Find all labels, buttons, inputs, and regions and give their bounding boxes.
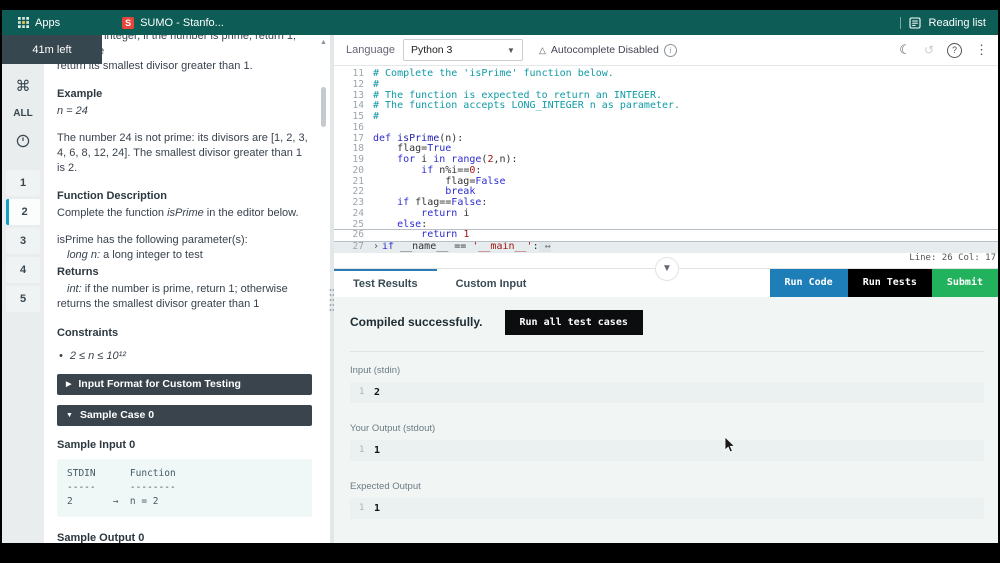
io-section: Input (stdin) 12: [350, 365, 984, 403]
io-value: 2: [374, 387, 380, 398]
bookmark-tab[interactable]: S SUMO - Stanfo...: [122, 17, 224, 29]
constraint-item: •2 ≤ n ≤ 10¹²: [59, 349, 312, 364]
io-box[interactable]: 11: [350, 440, 984, 461]
sidebar-item-all[interactable]: ALL: [13, 108, 32, 119]
collapse-panel-button[interactable]: ▼: [655, 257, 679, 281]
browser-bookmarks-bar: Apps S SUMO - Stanfo... Reading list: [2, 10, 998, 35]
scroll-up-arrow-icon[interactable]: ▲: [320, 39, 327, 47]
line-number: 24: [334, 209, 373, 220]
sidebar-question-1[interactable]: 1: [6, 170, 40, 196]
run-code-button[interactable]: Run Code: [770, 269, 848, 297]
apps-grid-icon: [18, 17, 29, 28]
reading-list-label[interactable]: Reading list: [929, 17, 986, 29]
io-value: 1: [374, 445, 380, 456]
run-all-test-cases-button[interactable]: Run all test cases: [505, 310, 643, 335]
io-box[interactable]: 11: [350, 498, 984, 519]
code-line-27[interactable]: 27›if __name__ == '__main__': ↔: [334, 241, 998, 253]
scrollbar-thumb[interactable]: [321, 87, 326, 127]
editor-toolbar: Language Python 3 ▼ △ Autocomplete Disab…: [334, 35, 998, 66]
io-box[interactable]: 12: [350, 382, 984, 403]
warning-triangle-icon: △: [539, 45, 546, 56]
constraints-heading: Constraints: [57, 326, 312, 341]
bullet-icon: •: [59, 349, 63, 364]
code-lines: 11# Complete the 'isPrime' function belo…: [334, 69, 998, 253]
reading-list-icon: [909, 17, 921, 29]
line-number: 20: [334, 166, 373, 177]
function-description-heading: Function Description: [57, 189, 312, 204]
io-line-number: 1: [359, 387, 374, 397]
clock-icon[interactable]: [16, 134, 30, 153]
parameter-line: long n: a long integer to test: [67, 248, 312, 263]
sample-output-heading: Sample Output 0: [57, 531, 312, 543]
problem-scrollbar[interactable]: ▲: [320, 39, 327, 543]
line-number: 16: [334, 123, 373, 134]
sidebar-question-4[interactable]: 4: [6, 257, 40, 283]
example-value: n = 24: [57, 104, 312, 119]
sample-input-block: STDIN Function ----- -------- 2 → n = 2: [57, 459, 312, 517]
returns-heading: Returns: [57, 265, 312, 280]
io-label: Input (stdin): [350, 365, 984, 376]
language-label: Language: [346, 44, 395, 56]
toolbar-separator: [900, 17, 901, 29]
io-label: Expected Output: [350, 481, 984, 492]
io-line-number: 1: [359, 503, 374, 513]
returns-line: int: if the number is prime, return 1; o…: [57, 282, 312, 312]
compile-status: Compiled successfully.: [350, 315, 483, 329]
bookmark-title: SUMO - Stanfo...: [140, 17, 224, 29]
sidebar-questions: 1 2 3 4 5: [2, 167, 44, 315]
chevron-down-icon: ▼: [662, 263, 672, 274]
chevron-down-icon: ▼: [507, 46, 515, 55]
fold-arrow-icon[interactable]: ›: [373, 242, 379, 253]
sidebar-question-5[interactable]: 5: [6, 286, 40, 312]
io-sections: Input (stdin)12Your Output (stdout)11Exp…: [350, 351, 984, 519]
line-number: 27: [334, 242, 373, 253]
tab-test-results[interactable]: Test Results: [334, 269, 437, 297]
sidebar-question-3[interactable]: 3: [6, 228, 40, 254]
run-tests-button[interactable]: Run Tests: [848, 269, 932, 297]
io-value: 1: [374, 503, 380, 514]
undo-icon[interactable]: ↺: [924, 43, 934, 57]
code-line-24[interactable]: 24 return i: [334, 209, 998, 220]
function-description: Complete the function isPrime in the edi…: [57, 206, 312, 221]
io-section: Your Output (stdout) 11: [350, 423, 984, 461]
code-line-14[interactable]: 14# The function accepts LONG_INTEGER n …: [334, 101, 998, 112]
tab-custom-input[interactable]: Custom Input: [437, 269, 546, 297]
io-section: Expected Output 11: [350, 481, 984, 519]
code-line-11[interactable]: 11# Complete the 'isPrime' function belo…: [334, 69, 998, 80]
kebab-menu-icon[interactable]: ⋮: [975, 42, 988, 58]
io-line-number: 1: [359, 445, 374, 455]
results-tabs: Test ResultsCustom Input: [334, 269, 545, 297]
site-favicon: S: [122, 17, 134, 29]
autocomplete-status: △ Autocomplete Disabled i: [539, 44, 677, 57]
code-line-15[interactable]: 15#: [334, 112, 998, 123]
code-editor[interactable]: 11# Complete the 'isPrime' function belo…: [334, 66, 998, 253]
sidebar-question-2[interactable]: 2: [6, 199, 40, 225]
info-icon[interactable]: i: [664, 44, 677, 57]
parameters-intro: isPrime has the following parameter(s):: [57, 233, 312, 248]
example-heading: Example: [57, 87, 312, 102]
apps-shortcut[interactable]: Apps: [18, 17, 60, 29]
collapse-icon: ▼: [66, 408, 73, 423]
help-icon[interactable]: ?: [947, 43, 962, 58]
sample-input-heading: Sample Input 0: [57, 438, 312, 453]
results-panel: ▼ Test ResultsCustom Input Run Code Run …: [334, 268, 998, 543]
expand-icon: ▶: [66, 377, 71, 392]
browser-window: Apps S SUMO - Stanfo... Reading list 41m…: [2, 10, 998, 543]
submit-button[interactable]: Submit: [932, 269, 998, 297]
language-select[interactable]: Python 3 ▼: [403, 39, 523, 61]
command-icon[interactable]: ⌘: [16, 77, 31, 95]
question-nav-sidebar: ⌘ ALL 1 2 3 4 5: [2, 35, 44, 543]
input-format-section-header[interactable]: ▶ Input Format for Custom Testing: [57, 374, 312, 395]
problem-statement-panel[interactable]: Given an integer, if the number is prime…: [44, 35, 330, 543]
apps-label: Apps: [35, 17, 60, 29]
example-note: The number 24 is not prime: its divisors…: [57, 131, 312, 176]
io-label: Your Output (stdout): [350, 423, 984, 434]
dark-mode-icon[interactable]: ☾: [899, 42, 911, 58]
line-number: 12: [334, 80, 373, 91]
line-number: 26: [334, 230, 373, 241]
time-remaining-badge: 41m left: [2, 35, 102, 64]
sample-case-0-header[interactable]: ▼ Sample Case 0: [57, 405, 312, 426]
code-line-26[interactable]: 26 return 1: [334, 230, 998, 241]
mouse-cursor: [724, 436, 736, 454]
